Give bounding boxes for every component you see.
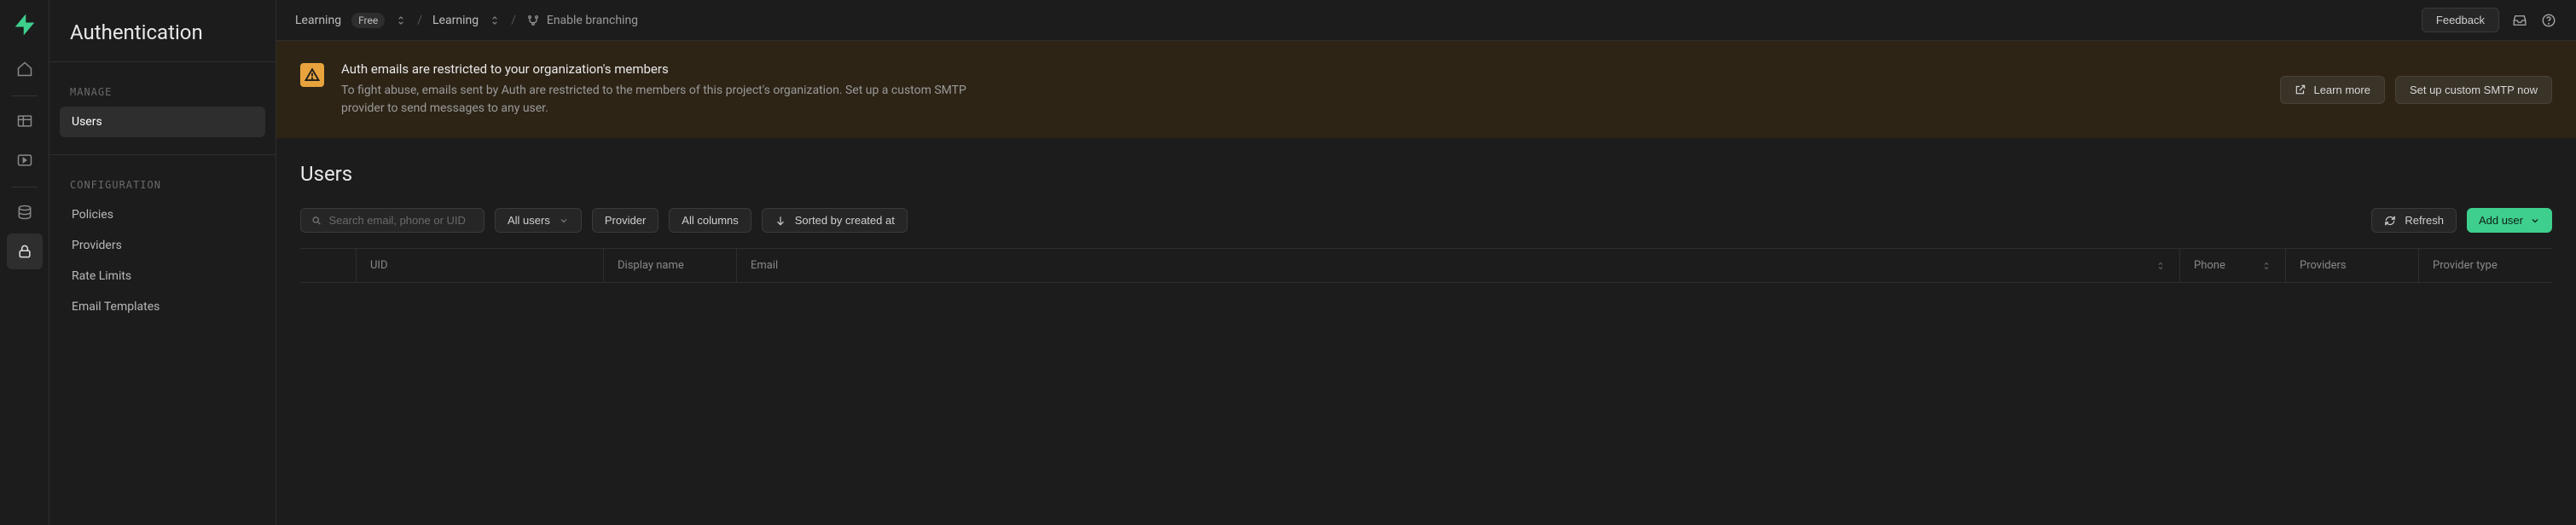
iconbar [0,0,49,525]
th-providers[interactable]: Providers [2286,249,2419,282]
filter-provider-button[interactable]: Provider [592,208,659,233]
sidebar-item-users[interactable]: Users [60,107,265,137]
branch-icon [526,14,540,27]
help-icon[interactable] [2540,12,2557,29]
th-provider-type[interactable]: Provider type [2419,249,2552,282]
external-link-icon [2295,84,2306,95]
org-switcher-icon[interactable] [395,14,407,26]
th-display-name[interactable]: Display name [604,249,737,282]
users-table: UID Display name Email Phone P [300,248,2552,283]
filter-columns-button[interactable]: All columns [669,208,751,233]
banner-title: Auth emails are restricted to your organ… [341,61,2263,77]
th-email[interactable]: Email [737,249,2180,282]
page-title: Users [300,162,2552,186]
sidebar-title: Authentication [49,0,276,62]
sort-icon[interactable] [2261,261,2271,271]
main: Learning Free / Learning / Enable branch… [276,0,2576,525]
warning-icon [300,63,324,87]
project-switcher-icon[interactable] [489,14,501,26]
sort-button[interactable]: Sorted by created at [762,208,908,233]
refresh-icon [2384,215,2396,227]
feedback-button[interactable]: Feedback [2422,8,2499,32]
th-checkbox [300,249,357,282]
nav-authentication[interactable] [7,234,43,269]
project-name[interactable]: Learning [432,14,479,27]
enable-branching[interactable]: Enable branching [526,14,638,27]
banner-description: To fight abuse, emails sent by Auth are … [341,82,1007,118]
chevron-down-icon [559,216,569,226]
toolbar: All users Provider All columns Sorted by… [300,208,2552,233]
learn-more-button[interactable]: Learn more [2280,76,2384,104]
smtp-warning-banner: Auth emails are restricted to your organ… [276,41,2576,138]
table-header: UID Display name Email Phone P [300,249,2552,283]
sort-icon[interactable] [2155,261,2166,271]
search-icon [311,215,322,227]
filter-users-dropdown[interactable]: All users [495,208,582,233]
th-uid[interactable]: UID [357,249,604,282]
topbar: Learning Free / Learning / Enable branch… [276,0,2576,41]
plan-badge: Free [351,13,385,28]
sidebar-item-email-templates[interactable]: Email Templates [60,291,265,322]
org-name[interactable]: Learning [295,14,341,27]
nav-home[interactable] [7,51,43,87]
sort-desc-icon [775,215,786,227]
nav-table-editor[interactable] [7,103,43,139]
inbox-icon[interactable] [2511,12,2528,29]
logo[interactable] [10,10,39,39]
sidebar-item-policies[interactable]: Policies [60,199,265,230]
sidebar: Authentication MANAGE Users CONFIGURATIO… [49,0,276,525]
chevron-down-icon [2530,216,2540,226]
nav-database[interactable] [7,194,43,230]
setup-smtp-button[interactable]: Set up custom SMTP now [2395,76,2552,104]
add-user-button[interactable]: Add user [2467,208,2552,233]
section-config-label: CONFIGURATION [49,155,276,199]
sidebar-item-providers[interactable]: Providers [60,230,265,261]
search-box[interactable] [300,208,484,233]
search-input[interactable] [328,214,473,227]
th-phone[interactable]: Phone [2180,249,2286,282]
nav-sql-editor[interactable] [7,142,43,178]
refresh-button[interactable]: Refresh [2371,208,2457,233]
section-manage-label: MANAGE [49,62,276,107]
sidebar-item-rate-limits[interactable]: Rate Limits [60,261,265,291]
